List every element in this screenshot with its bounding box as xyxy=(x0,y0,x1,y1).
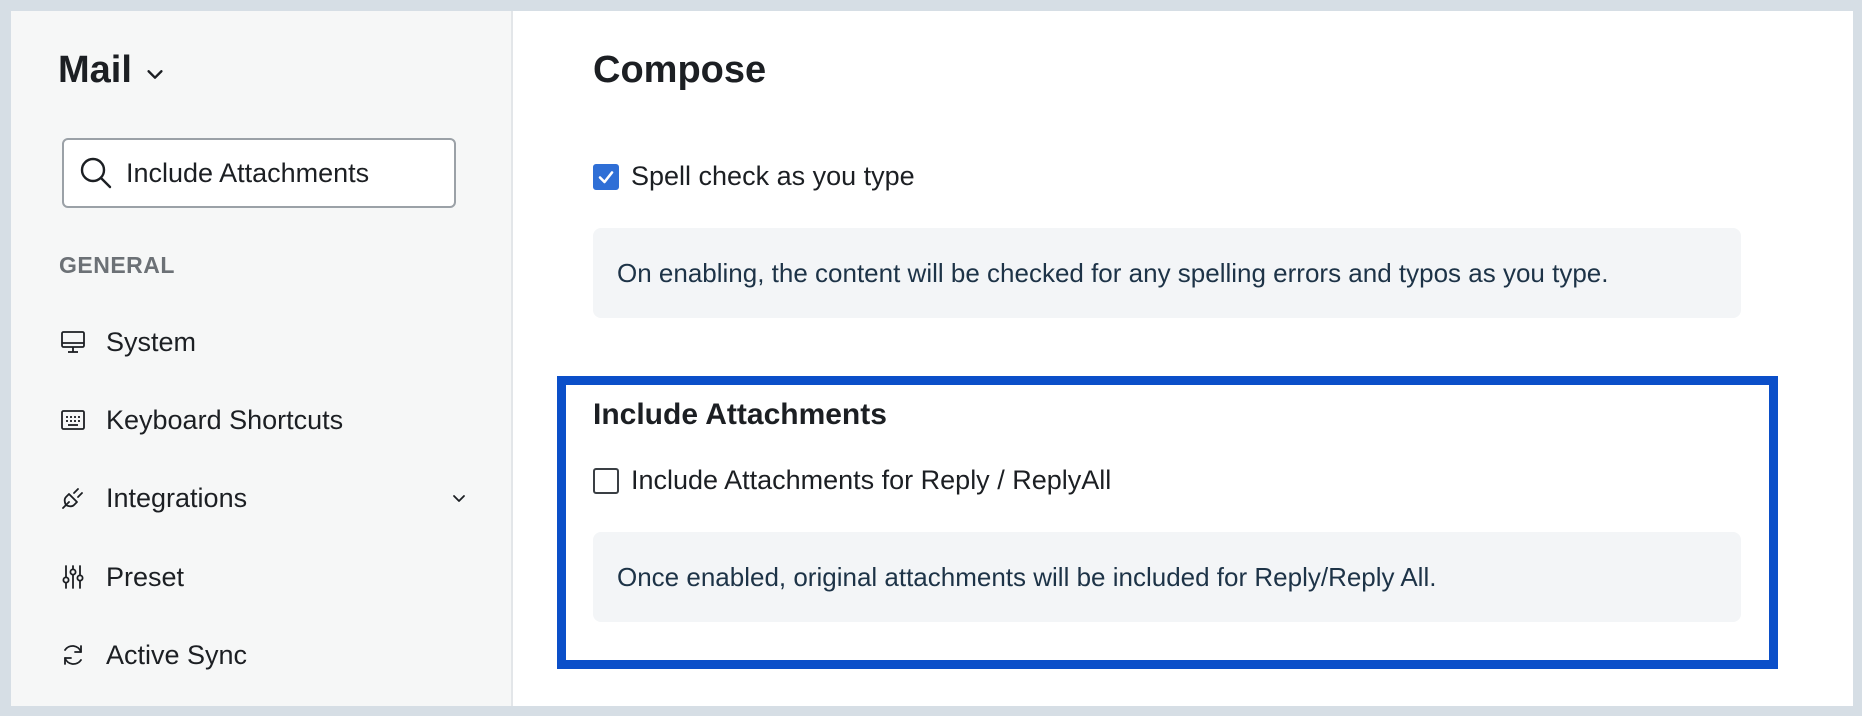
chevron-down-icon[interactable] xyxy=(450,489,468,507)
sliders-icon xyxy=(58,562,88,592)
sidebar-item-label: Integrations xyxy=(106,482,248,513)
settings-window: Mail GENERAL System Keyboard Shortcuts I… xyxy=(11,11,1853,706)
sidebar-item-label: System xyxy=(106,326,197,357)
app-switcher[interactable]: Mail xyxy=(58,49,166,92)
include-attachments-label: Include Attachments for Reply / ReplyAll xyxy=(631,465,1112,495)
page-title: Compose xyxy=(593,49,767,91)
include-attachments-description: Once enabled, original attachments will … xyxy=(593,532,1741,622)
sidebar-item-keyboard-shortcuts[interactable]: Keyboard Shortcuts xyxy=(58,395,468,445)
monitor-icon xyxy=(58,327,88,357)
spell-check-option[interactable]: Spell check as you type xyxy=(593,161,915,192)
sidebar-item-integrations[interactable]: Integrations xyxy=(58,473,468,523)
search-input[interactable] xyxy=(126,157,426,189)
spell-check-label: Spell check as you type xyxy=(631,161,915,191)
spell-check-checkbox[interactable] xyxy=(593,163,619,190)
sidebar-item-system[interactable]: System xyxy=(58,317,468,367)
keyboard-icon xyxy=(58,405,88,435)
chevron-down-icon xyxy=(147,69,163,79)
section-label-general: GENERAL xyxy=(59,252,175,278)
checkmark-icon xyxy=(598,170,614,183)
sidebar-item-preset[interactable]: Preset xyxy=(58,552,468,602)
sidebar-item-label: Active Sync xyxy=(106,639,248,670)
spell-check-description: On enabling, the content will be checked… xyxy=(593,228,1741,318)
include-attachments-option[interactable]: Include Attachments for Reply / ReplyAll xyxy=(593,465,1111,496)
search-icon xyxy=(80,157,112,189)
sidebar-item-active-sync[interactable]: Active Sync xyxy=(58,630,468,680)
include-attachments-checkbox[interactable] xyxy=(593,467,619,494)
sidebar-item-label: Keyboard Shortcuts xyxy=(106,404,344,435)
main-panel: Compose Spell check as you type On enabl… xyxy=(512,11,1853,706)
settings-search[interactable] xyxy=(62,138,456,208)
plug-icon xyxy=(58,483,88,513)
app-title: Mail xyxy=(58,49,132,91)
sync-icon xyxy=(58,640,88,670)
sidebar: Mail GENERAL System Keyboard Shortcuts I… xyxy=(11,11,513,706)
sidebar-item-label: Preset xyxy=(106,561,185,592)
section-title-include-attachments: Include Attachments xyxy=(593,398,887,431)
